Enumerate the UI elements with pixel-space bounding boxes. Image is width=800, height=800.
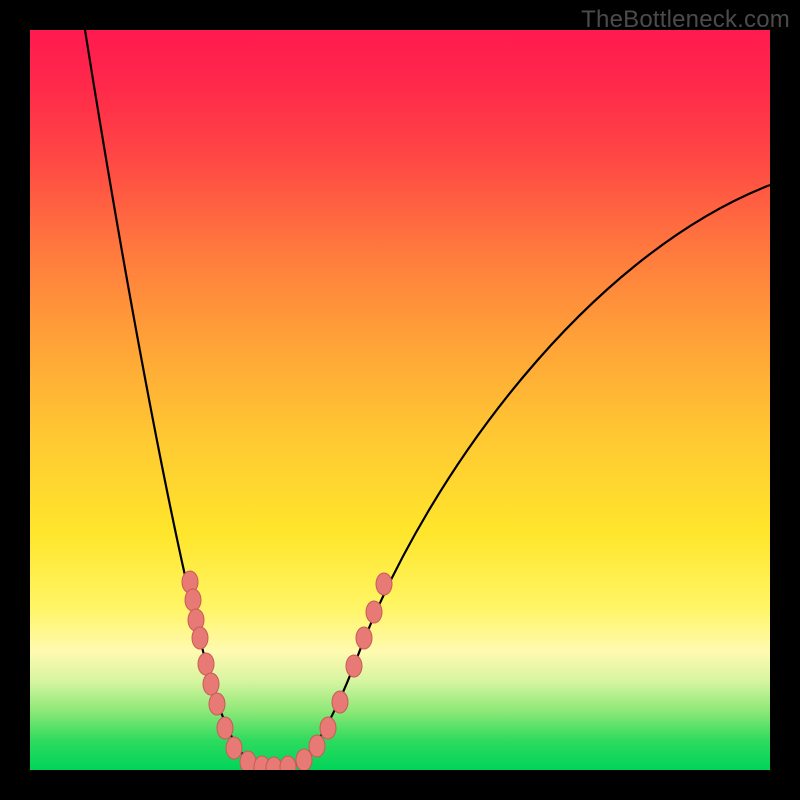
curve-left-branch bbox=[85, 30, 265, 768]
plot-area bbox=[30, 30, 770, 770]
curve-right-branch bbox=[285, 185, 770, 768]
data-marker bbox=[203, 673, 219, 695]
data-marker bbox=[226, 737, 242, 759]
data-marker bbox=[366, 601, 382, 623]
data-marker bbox=[320, 717, 336, 739]
series-group bbox=[85, 30, 770, 768]
data-marker bbox=[332, 691, 348, 713]
data-marker bbox=[192, 627, 208, 649]
data-marker bbox=[217, 717, 233, 739]
data-marker bbox=[280, 756, 296, 770]
data-marker bbox=[185, 589, 201, 611]
chart-svg bbox=[30, 30, 770, 770]
data-marker bbox=[209, 693, 225, 715]
data-marker bbox=[198, 653, 214, 675]
outer-frame: TheBottleneck.com bbox=[0, 0, 800, 800]
data-marker bbox=[376, 573, 392, 595]
data-marker bbox=[346, 655, 362, 677]
marker-group bbox=[182, 571, 392, 770]
data-marker bbox=[296, 749, 312, 770]
data-marker bbox=[309, 735, 325, 757]
data-marker bbox=[356, 627, 372, 649]
